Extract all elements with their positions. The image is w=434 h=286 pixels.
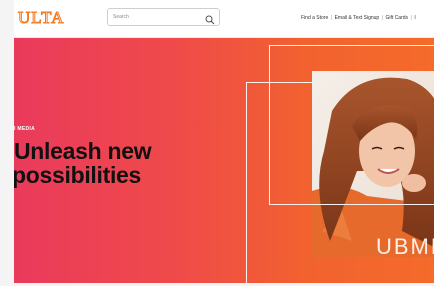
find-store-link[interactable]: Find a Store	[301, 15, 328, 21]
headline-line-2: possibilities	[14, 162, 142, 188]
utility-nav: Find a Store | Email & Text Signup | Gif…	[301, 15, 416, 21]
hero-banner[interactable]: UBME I MEDIA Unleash new possibilities	[14, 38, 434, 283]
browser-page: ULTA Find a Store | Email & Text Signup …	[14, 0, 434, 283]
gift-cards-link[interactable]: Gift Cards	[386, 15, 409, 21]
headline-line-1: Unleash new	[14, 138, 152, 164]
site-header: ULTA Find a Store | Email & Text Signup …	[14, 0, 434, 38]
search-icon[interactable]	[205, 12, 215, 25]
hero-eyebrow: I MEDIA	[14, 126, 35, 132]
ulta-logo[interactable]: ULTA	[16, 7, 78, 29]
search-box[interactable]	[107, 8, 220, 26]
hero-headline: Unleash new possibilities	[14, 138, 152, 188]
logo-text: ULTA	[18, 8, 64, 27]
search-input[interactable]	[113, 11, 193, 23]
email-text-signup-link[interactable]: Email & Text Signup	[335, 15, 380, 21]
hero-watermark: UBME	[376, 234, 434, 259]
truncated-link[interactable]: I	[414, 15, 415, 21]
hero-frame-inner	[269, 45, 434, 205]
